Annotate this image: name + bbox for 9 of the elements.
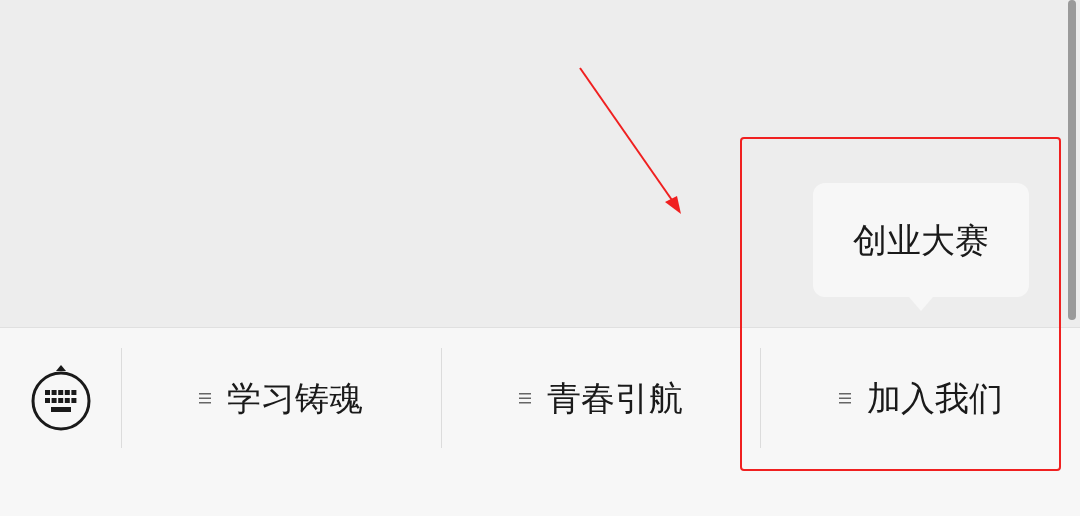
menu-lines-icon [199,391,212,405]
menu-tab[interactable]: 青春引航 [519,372,683,424]
submenu-item[interactable]: 创业大赛 [852,211,989,269]
menu-lines-icon [519,391,531,405]
menu-tab[interactable]: 学习铸魂 [199,372,364,424]
menu-tab[interactable]: 加入我们 [838,372,1003,424]
keyboard-icon[interactable] [29,365,92,431]
menu-lines-icon [838,391,851,405]
scrollbar[interactable] [1068,0,1076,320]
